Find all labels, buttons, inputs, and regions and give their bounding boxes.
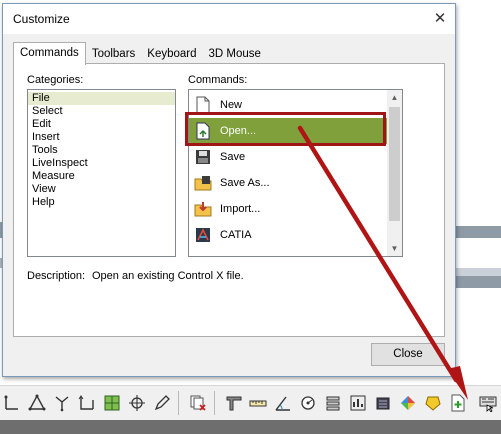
annotation-arrow — [297, 125, 468, 400]
tab-commands[interactable]: Commands — [13, 42, 86, 65]
